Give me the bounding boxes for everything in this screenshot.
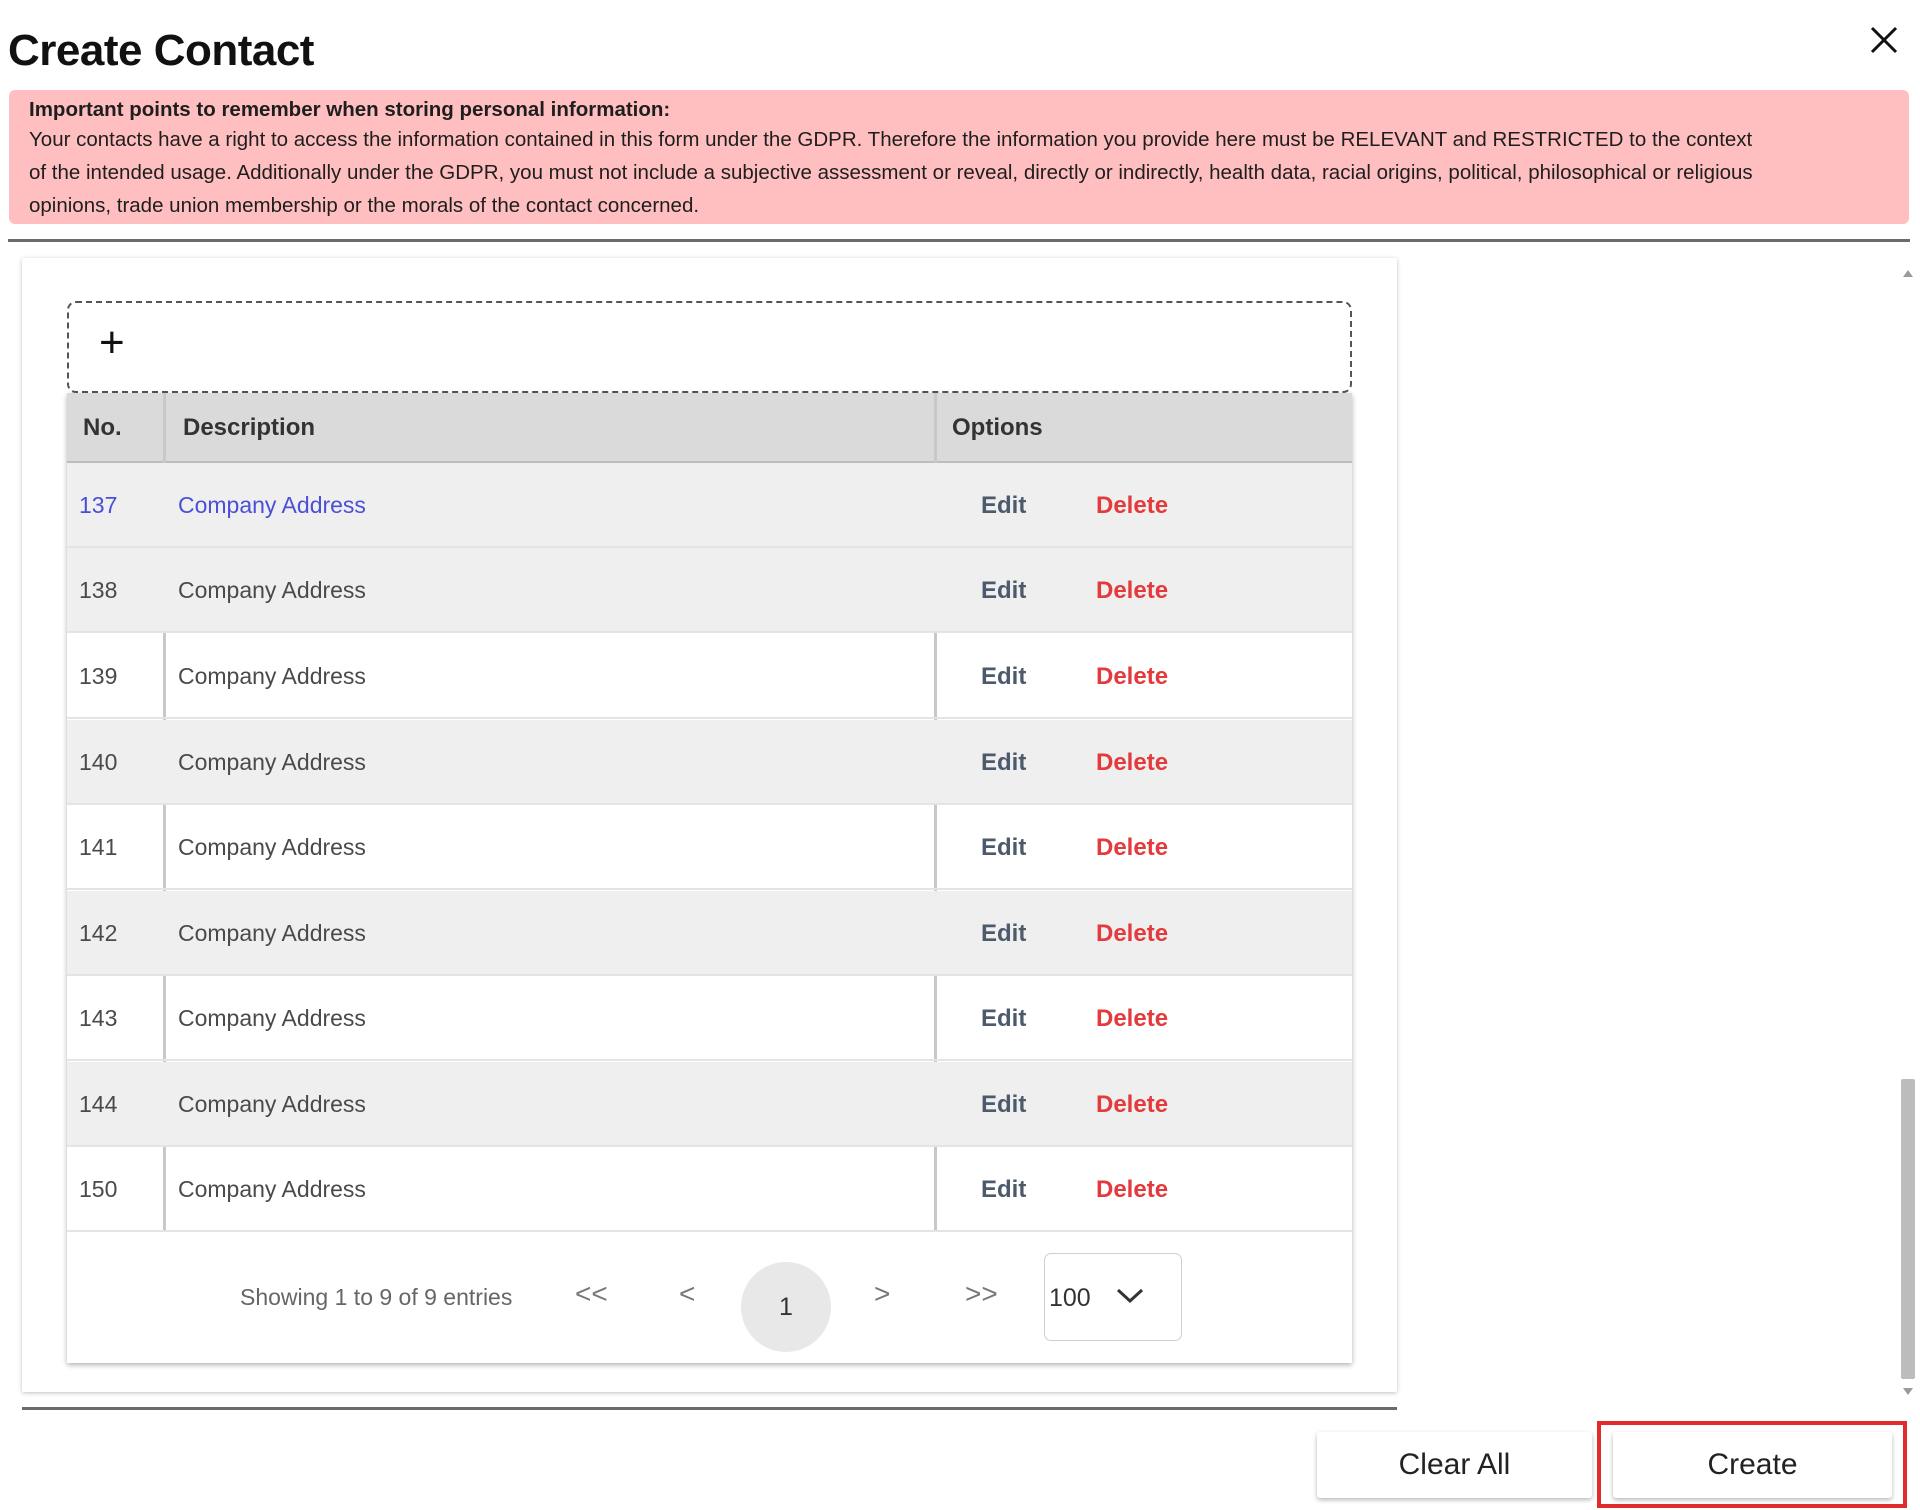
row-description: Company Address [178, 1176, 366, 1202]
header-no: No. [83, 414, 122, 441]
table-header: No. Description Options [67, 393, 1352, 463]
edit-link[interactable]: Edit [981, 1062, 1026, 1147]
close-icon [1870, 26, 1898, 54]
first-page-button[interactable]: << [575, 1278, 608, 1310]
edit-link[interactable]: Edit [981, 1147, 1026, 1232]
page-size-select[interactable]: 100 [1044, 1253, 1182, 1341]
page-size-value: 100 [1049, 1284, 1091, 1312]
row-description: Company Address [178, 1091, 366, 1117]
row-description: Company Address [178, 663, 366, 689]
row-description: Company Address [178, 920, 366, 946]
row-description: Company Address [178, 577, 366, 603]
gdpr-notice: Important points to remember when storin… [9, 90, 1909, 224]
edit-link[interactable]: Edit [981, 634, 1026, 719]
edit-link[interactable]: Edit [981, 976, 1026, 1061]
gdpr-notice-line: of the intended usage. Additionally unde… [29, 161, 1753, 184]
top-divider [8, 239, 1910, 242]
bottom-divider [22, 1407, 1397, 1410]
page-number-button[interactable]: 1 [741, 1262, 831, 1352]
add-address-button[interactable]: + [67, 301, 1352, 393]
address-table: No. Description Options 137 Company Addr… [67, 393, 1352, 1363]
row-description: Company Address [178, 834, 366, 860]
gdpr-notice-line: Your contacts have a right to access the… [29, 128, 1753, 151]
table-row[interactable]: 144 Company Address Edit Delete [67, 1062, 1352, 1147]
clear-all-button[interactable]: Clear All [1317, 1432, 1592, 1498]
pagination: Showing 1 to 9 of 9 entries << < 1 > >> … [67, 1232, 1352, 1363]
table-row[interactable]: 143 Company Address Edit Delete [67, 976, 1352, 1061]
dialog-title: Create Contact [8, 26, 314, 75]
vertical-scrollbar[interactable] [1898, 258, 1918, 1406]
table-row[interactable]: 137 Company Address Edit Delete [67, 463, 1352, 548]
row-number: 141 [79, 834, 118, 860]
row-description: Company Address [178, 1005, 366, 1031]
table-row[interactable]: 139 Company Address Edit Delete [67, 634, 1352, 719]
gdpr-notice-body: Your contacts have a right to access the… [29, 123, 1889, 222]
row-description[interactable]: Company Address [178, 463, 366, 548]
pagination-info: Showing 1 to 9 of 9 entries [240, 1284, 513, 1310]
edit-link[interactable]: Edit [981, 463, 1026, 548]
table-row[interactable]: 138 Company Address Edit Delete [67, 548, 1352, 633]
row-number: 143 [79, 1005, 118, 1031]
delete-link[interactable]: Delete [1096, 805, 1168, 890]
delete-link[interactable]: Delete [1096, 548, 1168, 633]
row-number: 144 [79, 1091, 118, 1117]
close-button[interactable] [1862, 20, 1904, 62]
delete-link[interactable]: Delete [1096, 1147, 1168, 1232]
row-number: 150 [79, 1176, 118, 1202]
table-row[interactable]: 150 Company Address Edit Delete [67, 1147, 1352, 1232]
header-options: Options [952, 414, 1043, 441]
row-number: 138 [79, 577, 118, 603]
gdpr-notice-title: Important points to remember when storin… [29, 98, 671, 121]
table-row[interactable]: 140 Company Address Edit Delete [67, 720, 1352, 805]
delete-link[interactable]: Delete [1096, 1062, 1168, 1147]
delete-link[interactable]: Delete [1096, 976, 1168, 1061]
row-number: 139 [79, 663, 118, 689]
edit-link[interactable]: Edit [981, 548, 1026, 633]
next-page-button[interactable]: > [874, 1278, 890, 1310]
edit-link[interactable]: Edit [981, 891, 1026, 976]
chevron-down-icon [1116, 1288, 1144, 1304]
table-row[interactable]: 142 Company Address Edit Delete [67, 891, 1352, 976]
edit-link[interactable]: Edit [981, 805, 1026, 890]
scroll-up-arrow-icon[interactable] [1903, 270, 1913, 277]
delete-link[interactable]: Delete [1096, 891, 1168, 976]
prev-page-button[interactable]: < [679, 1278, 695, 1310]
delete-link[interactable]: Delete [1096, 634, 1168, 719]
table-row[interactable]: 141 Company Address Edit Delete [67, 805, 1352, 890]
row-number: 140 [79, 749, 118, 775]
edit-link[interactable]: Edit [981, 720, 1026, 805]
row-description: Company Address [178, 749, 366, 775]
plus-icon: + [99, 318, 125, 367]
create-button-highlight [1597, 1421, 1907, 1508]
delete-link[interactable]: Delete [1096, 463, 1168, 548]
row-number[interactable]: 137 [79, 463, 117, 548]
last-page-button[interactable]: >> [965, 1278, 998, 1310]
gdpr-notice-line: opinions, trade union membership or the … [29, 194, 700, 217]
delete-link[interactable]: Delete [1096, 720, 1168, 805]
scrollbar-thumb[interactable] [1901, 1079, 1915, 1379]
scroll-down-arrow-icon[interactable] [1903, 1388, 1913, 1395]
header-description: Description [183, 414, 316, 441]
row-number: 142 [79, 920, 118, 946]
